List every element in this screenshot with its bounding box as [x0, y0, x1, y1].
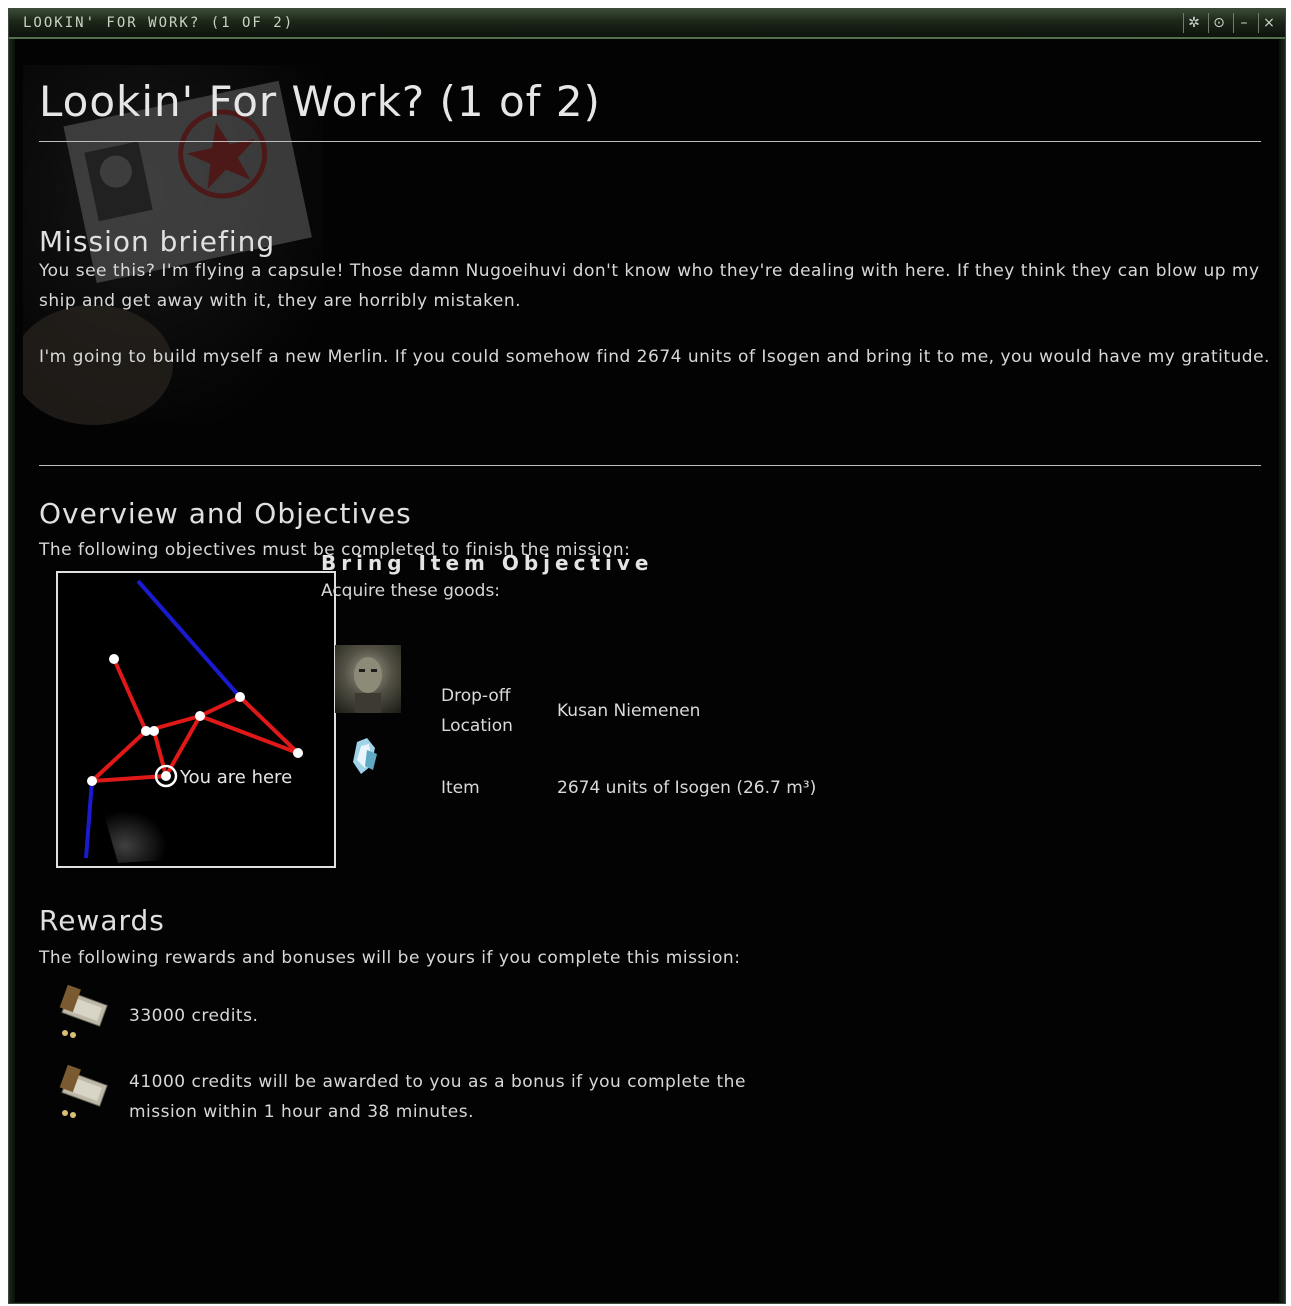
briefing-divider — [39, 465, 1261, 466]
briefing-heading: Mission briefing — [39, 225, 276, 258]
rewards-heading: Rewards — [39, 904, 165, 937]
agent-portrait-icon[interactable] — [335, 645, 401, 713]
reward-bonus-line1: 41000 credits will be awarded to you as … — [129, 1072, 746, 1092]
reward-base-text: 33000 credits. — [129, 1006, 259, 1026]
item-label: Item — [441, 778, 480, 798]
dropoff-location-link[interactable]: Kusan Niemenen — [557, 696, 700, 726]
title-divider — [39, 141, 1261, 142]
isk-credits-icon — [59, 985, 108, 1038]
window-border-left — [9, 39, 15, 1303]
map-location-label: You are here — [179, 767, 292, 788]
objective-title: Bring Item Objective — [321, 551, 654, 575]
window-title: LOOKIN' FOR WORK? (1 OF 2) — [23, 15, 295, 31]
page-title: Lookin' For Work? (1 of 2) — [39, 77, 601, 126]
settings-icon[interactable]: ✲ — [1183, 13, 1204, 33]
rewards-intro: The following rewards and bonuses will b… — [39, 948, 741, 968]
minimize-icon[interactable]: – — [1233, 13, 1254, 33]
item-value[interactable]: 2674 units of Isogen (26.7 m³) — [557, 773, 816, 803]
reward-bonus-line2: mission within 1 hour and 38 minutes. — [129, 1102, 474, 1122]
window-controls: ✲ ⊙ – × — [1183, 13, 1279, 33]
pin-icon[interactable]: ⊙ — [1208, 13, 1229, 33]
close-icon[interactable]: × — [1258, 13, 1279, 33]
isk-bonus-icon — [59, 1065, 108, 1118]
window-titlebar[interactable]: LOOKIN' FOR WORK? (1 OF 2) ✲ ⊙ – × — [9, 9, 1285, 39]
briefing-paragraph-2: I'm going to build myself a new Merlin. … — [39, 347, 1270, 367]
briefing-paragraph-1: You see this? I'm flying a capsule! Thos… — [39, 261, 1260, 311]
window-border-right — [1279, 39, 1285, 1303]
isogen-icon[interactable] — [345, 736, 385, 778]
mission-window: LOOKIN' FOR WORK? (1 OF 2) ✲ ⊙ – × Looki… — [8, 8, 1286, 1304]
objective-subtitle: Acquire these goods: — [321, 581, 501, 601]
dropoff-label-line2: Location — [441, 716, 513, 736]
route-map[interactable]: You are here — [56, 571, 336, 868]
overview-heading: Overview and Objectives — [39, 497, 412, 530]
dropoff-label-line1: Drop-off — [441, 686, 511, 706]
